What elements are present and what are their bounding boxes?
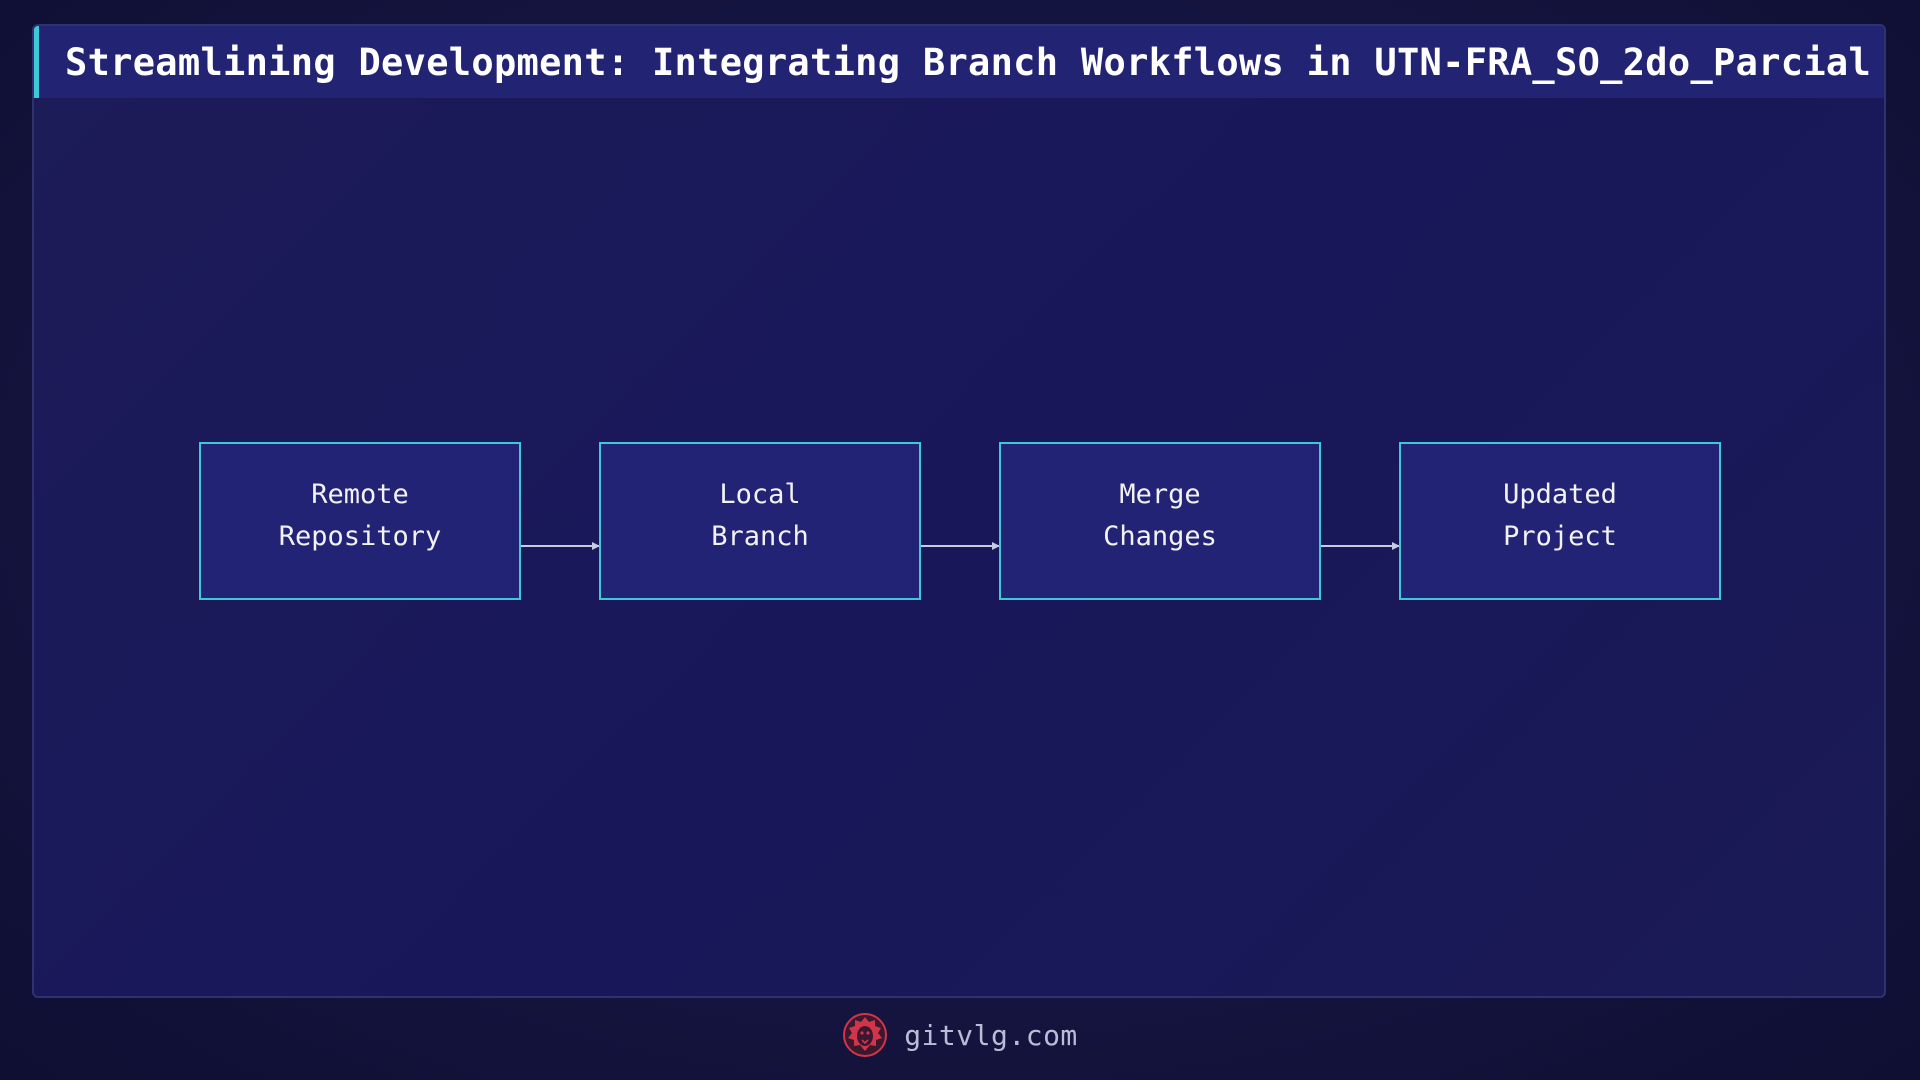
node-remote-repository: Remote Repository xyxy=(199,442,521,600)
node-label: Local Branch xyxy=(711,479,809,552)
node-label: Updated Project xyxy=(1503,479,1617,552)
node-label: Merge Changes xyxy=(1103,479,1217,552)
node-local-branch: Local Branch xyxy=(599,442,921,600)
node-merge-changes: Merge Changes xyxy=(999,442,1321,600)
footer-site-link[interactable]: gitvlg.com xyxy=(904,1019,1078,1052)
footer: gitvlg.com xyxy=(0,1008,1920,1062)
lion-head-icon xyxy=(843,1013,888,1057)
node-updated-project: Updated Project xyxy=(1399,442,1721,600)
flowchart: Remote Repository Local Branch Merge Cha… xyxy=(0,0,1920,1080)
node-label: Remote Repository xyxy=(278,479,442,552)
